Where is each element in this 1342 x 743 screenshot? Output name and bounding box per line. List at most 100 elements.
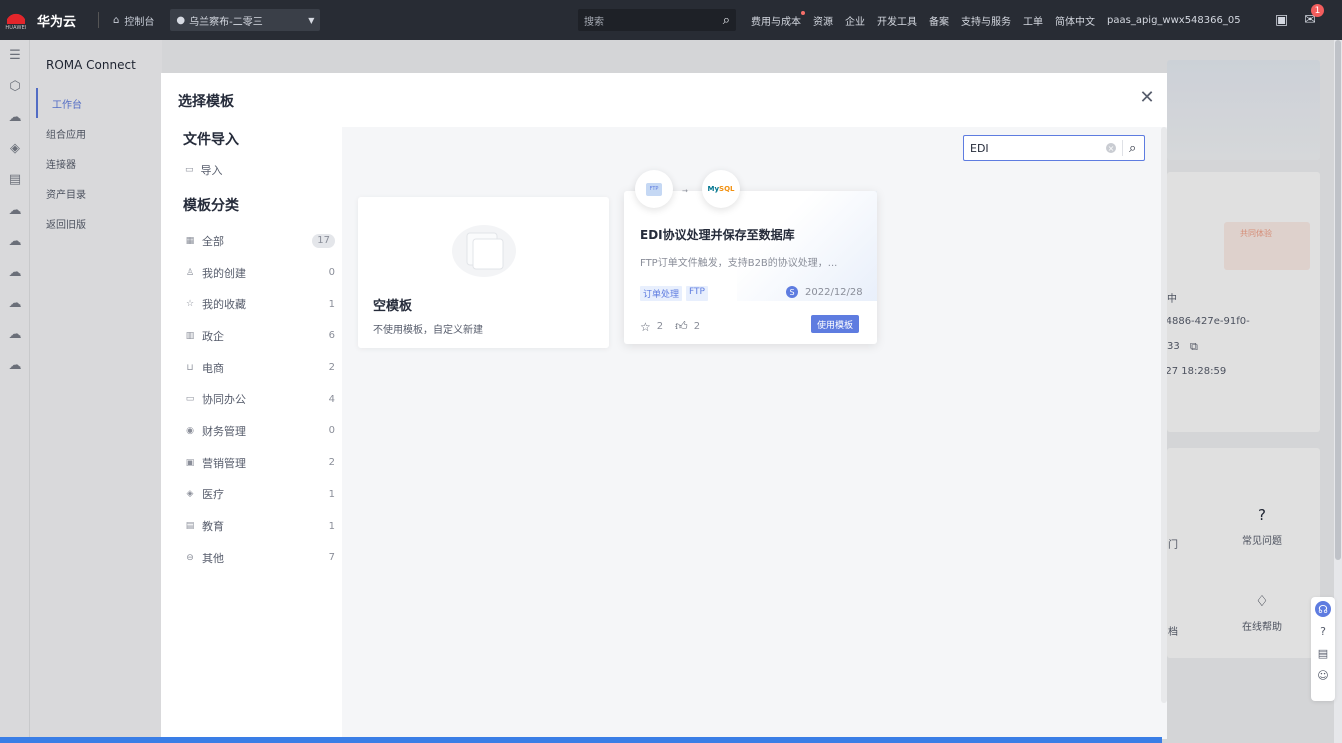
category-ecommerce[interactable]: ⊔ 电商 2: [175, 352, 345, 384]
thumbs-up-icon[interactable]: 👍︎: [675, 319, 688, 334]
cart-icon: ⊔: [186, 362, 194, 373]
close-icon[interactable]: ✕: [1139, 87, 1155, 108]
logo-text: HUAWEI: [5, 24, 27, 31]
category-all[interactable]: ▦ 全部 17: [175, 225, 345, 257]
blank-template-card[interactable]: 空模板 不使用模板，自定义新建: [358, 197, 609, 348]
category-label: 教育: [202, 520, 224, 534]
category-label: 协同办公: [202, 393, 246, 407]
search-icon[interactable]: ⌕: [1129, 141, 1136, 156]
divider: [98, 12, 100, 28]
category-count: 0: [328, 425, 335, 437]
use-template-button[interactable]: 使用模板: [811, 315, 860, 333]
home-icon: ⌂: [113, 14, 120, 26]
category-education[interactable]: ▤ 教育 1: [175, 510, 345, 542]
page-scrollbar[interactable]: [1334, 40, 1342, 743]
template-sidebar: 文件导入 ▭ 导入 模板分类 ▦ 全部 17 ♙ 我的创建 0 ☆ 我的收藏 1…: [175, 125, 345, 574]
nav-account[interactable]: paas_apig_wwx548366_05: [1107, 15, 1241, 26]
category-label: 营销管理: [202, 456, 246, 470]
category-government[interactable]: ▥ 政企 6: [175, 320, 345, 352]
import-button[interactable]: ▭ 导入: [175, 159, 345, 181]
category-label: 政企: [202, 329, 224, 343]
clear-icon[interactable]: ×: [1106, 143, 1116, 153]
search-placeholder: 搜索: [584, 16, 604, 28]
caret-down-icon: ▼: [308, 15, 315, 25]
question-icon[interactable]: ?: [1315, 623, 1331, 639]
category-count: 1: [328, 520, 335, 532]
nav-cost[interactable]: 费用与成本: [751, 10, 805, 28]
medical-icon: ◈: [186, 489, 194, 500]
category-collaboration[interactable]: ▭ 协同办公 4: [175, 383, 345, 415]
nav-devtools[interactable]: 开发工具: [877, 13, 917, 28]
template-tags: 订单处理 FTP: [640, 286, 708, 301]
tag: FTP: [686, 286, 708, 301]
nav-support[interactable]: 支持与服务: [961, 13, 1011, 28]
divider: [1122, 140, 1123, 156]
floating-toolbar: ☊ ? ▤ ☺: [1311, 597, 1335, 701]
chart-icon: ▣: [185, 457, 195, 468]
category-count: 2: [328, 457, 335, 469]
category-medical[interactable]: ◈ 医疗 1: [175, 479, 345, 511]
star-icon: ☆: [185, 299, 195, 310]
template-card[interactable]: EDI协议处理并保存至数据库 FTP订单文件触发，支持B2B的协议处理，... …: [624, 191, 877, 344]
message-badge: 1: [1311, 4, 1324, 17]
terminal-icon[interactable]: ▣: [1275, 12, 1288, 28]
huawei-logo[interactable]: HUAWEI: [1, 0, 31, 40]
template-search-input[interactable]: [970, 137, 1100, 159]
category-favorites[interactable]: ☆ 我的收藏 1: [175, 288, 345, 320]
ftp-connector-icon: FTP: [635, 170, 673, 208]
smile-icon[interactable]: ☺: [1315, 667, 1331, 683]
author-avatar: S: [786, 286, 798, 298]
category-count: 1: [328, 298, 335, 310]
blank-template-title: 空模板: [373, 299, 413, 314]
blank-template-desc: 不使用模板，自定义新建: [373, 325, 483, 336]
category-label: 医疗: [202, 488, 224, 502]
category-label: 电商: [202, 361, 224, 375]
template-date: 2022/12/28: [805, 287, 863, 298]
search-icon[interactable]: ⌕: [723, 13, 730, 28]
building-icon: ▥: [185, 330, 195, 341]
location-icon: ●: [176, 14, 186, 26]
topbar-icons: ▣ ✉ 1: [1275, 0, 1324, 40]
category-my-created[interactable]: ♙ 我的创建 0: [175, 257, 345, 289]
headset-icon[interactable]: ☊: [1315, 601, 1331, 617]
arrow-right-icon: →: [682, 187, 688, 195]
nav-resources[interactable]: 资源: [813, 13, 833, 28]
category-count: 0: [328, 267, 335, 279]
import-label: 导入: [200, 164, 223, 177]
category-other[interactable]: ⊖ 其他 7: [175, 542, 345, 574]
minus-circle-icon: ⊖: [186, 552, 194, 563]
template-list-area: × ⌕ 空模板 不使用模板，自定义新建 EDI协议处理并保存至数据库 FTP订单…: [342, 127, 1167, 739]
category-heading: 模板分类: [183, 198, 239, 214]
console-link[interactable]: ⌂ 控制台: [113, 13, 154, 28]
mysql-connector-icon: MySQL: [702, 170, 740, 208]
category-count: 2: [328, 362, 335, 374]
global-search[interactable]: 搜索 ⌕: [578, 9, 736, 31]
template-title: EDI协议处理并保存至数据库: [640, 228, 795, 242]
file-import-heading: 文件导入: [183, 132, 239, 148]
nav-language[interactable]: 简体中文: [1055, 13, 1095, 28]
feedback-icon[interactable]: ▤: [1315, 645, 1331, 661]
template-list-scrollbar[interactable]: [1161, 127, 1167, 703]
message-icon[interactable]: ✉ 1: [1304, 4, 1324, 28]
category-label: 财务管理: [202, 424, 246, 438]
tag: 订单处理: [640, 286, 683, 301]
blank-template-illustration: [452, 225, 516, 277]
nav-ticket[interactable]: 工单: [1023, 13, 1043, 28]
select-template-dialog: 选择模板 ✕ 文件导入 ▭ 导入 模板分类 ▦ 全部 17 ♙ 我的创建 0 ☆…: [161, 73, 1167, 739]
nav-filing[interactable]: 备案: [929, 13, 949, 28]
template-desc: FTP订单文件触发，支持B2B的协议处理，...: [640, 258, 838, 269]
category-finance[interactable]: ◉ 财务管理 0: [175, 415, 345, 447]
category-marketing[interactable]: ▣ 营销管理 2: [175, 447, 345, 479]
star-icon[interactable]: ☆: [640, 320, 651, 334]
category-label: 我的收藏: [202, 298, 246, 312]
nav-enterprise[interactable]: 企业: [845, 13, 865, 28]
category-count: 1: [328, 488, 335, 500]
book-icon: ▤: [185, 521, 195, 532]
category-label: 全部: [202, 234, 224, 248]
like-count: 2: [693, 321, 701, 332]
coin-icon: ◉: [186, 425, 194, 436]
brand-name[interactable]: 华为云: [37, 11, 76, 30]
region-label: 乌兰察布-二零三: [189, 16, 263, 28]
region-selector[interactable]: ● 乌兰察布-二零三 ▼: [170, 9, 321, 31]
category-label: 我的创建: [202, 266, 246, 280]
